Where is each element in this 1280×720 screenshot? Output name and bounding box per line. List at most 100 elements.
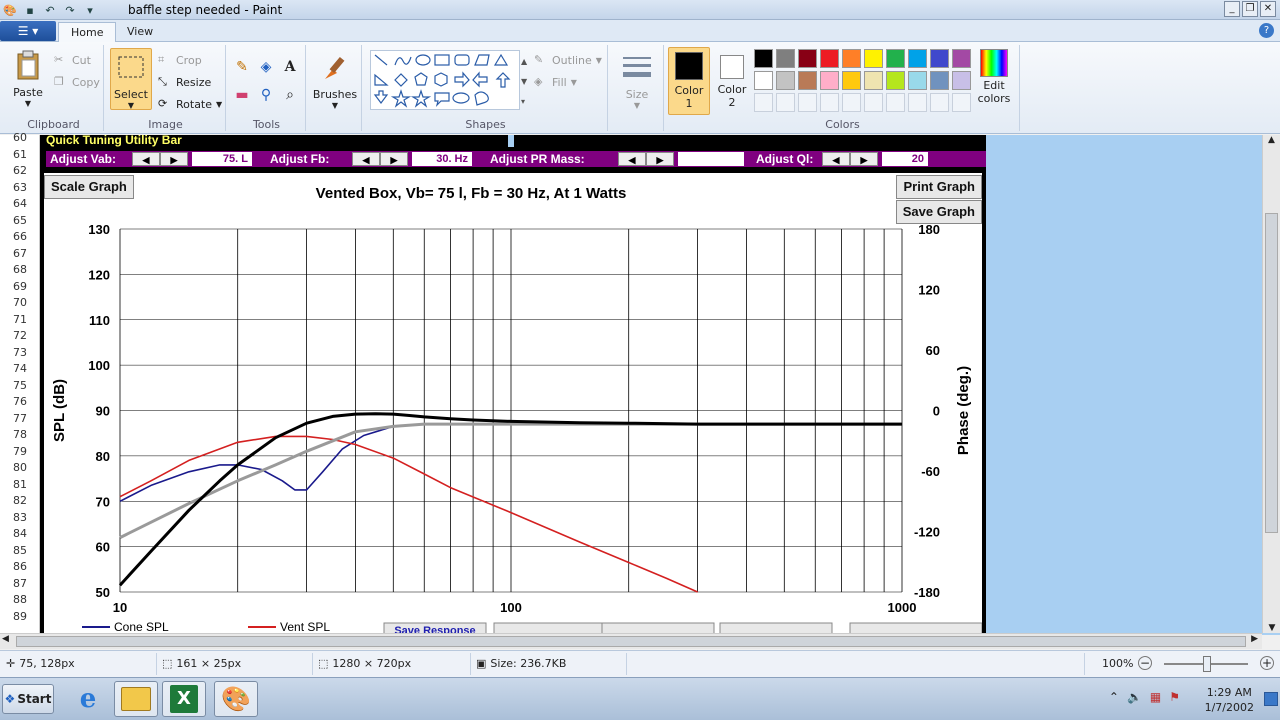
palette-swatch[interactable] (842, 49, 861, 68)
rotate-button[interactable]: ⟳ Rotate ▼ (158, 97, 222, 111)
ql-increase-button[interactable]: ▶ (850, 152, 878, 166)
text-tool-icon[interactable]: A (280, 57, 300, 77)
outline-button[interactable]: ✎ Outline ▼ (534, 53, 602, 67)
vab-decrease-button[interactable]: ◀ (132, 152, 160, 166)
palette-swatch[interactable] (908, 71, 927, 90)
scroll-down-icon[interactable]: ▼ (1263, 623, 1280, 633)
internet-explorer-taskbar[interactable]: e (66, 681, 110, 717)
system-clock[interactable]: 1:29 AM 1/7/2002 (1205, 685, 1254, 715)
resize-button[interactable]: ⤡ Resize (158, 75, 211, 89)
palette-swatch-empty[interactable] (952, 93, 971, 112)
fill-button[interactable]: ◈ Fill ▼ (534, 75, 577, 89)
close-button[interactable]: ✕ (1260, 1, 1276, 17)
show-desktop-button[interactable] (1264, 692, 1278, 706)
canvas-area[interactable]: 60 61 62 63 64 65 66 67 68 69 70 71 72 73 74 75 76 77 78 79… (0, 131, 1280, 635)
palette-swatch[interactable] (952, 71, 971, 90)
volume-icon[interactable]: 🔈 (1127, 690, 1142, 704)
shapes-scroll[interactable]: ▲ ▼ ▾ (521, 52, 531, 112)
paste-button[interactable]: Paste ▼ (8, 49, 48, 108)
palette-swatch-empty[interactable] (886, 93, 905, 112)
scroll-right-icon[interactable]: ▶ (1251, 634, 1258, 644)
ql-decrease-button[interactable]: ◀ (822, 152, 850, 166)
selection-size: ⬚ 161 × 25px (162, 657, 241, 670)
palette-swatch[interactable] (820, 49, 839, 68)
fb-decrease-button[interactable]: ◀ (352, 152, 380, 166)
palette-swatch[interactable] (842, 71, 861, 90)
row-headers: 60 61 62 63 64 65 66 67 68 69 70 71 72 73 74 75 76 77 78 79… (0, 131, 40, 635)
horizontal-scrollbar[interactable]: ◀ ▶ (0, 633, 1262, 649)
eraser-icon[interactable]: ▬ (232, 85, 252, 105)
palette-swatch-empty[interactable] (930, 93, 949, 112)
palette-swatch-empty[interactable] (776, 93, 795, 112)
spl-phase-chart: Vented Box, Vb= 75 l, Fb = 30 Hz, At 1 W… (51, 185, 982, 635)
paint-menu-button[interactable]: ☰ ▾ (0, 21, 56, 41)
palette-swatch-empty[interactable] (864, 93, 883, 112)
zoom-in-button[interactable]: + (1260, 656, 1274, 670)
vertical-scrollbar[interactable]: ▲ ▼ (1262, 135, 1280, 633)
palette-swatch[interactable] (798, 71, 817, 90)
help-icon[interactable]: ? (1259, 23, 1274, 38)
palette-swatch-empty[interactable] (842, 93, 861, 112)
pr-decrease-button[interactable]: ◀ (618, 152, 646, 166)
palette-swatch-empty[interactable] (798, 93, 817, 112)
palette-swatch[interactable] (754, 49, 773, 68)
file-explorer-taskbar[interactable] (114, 681, 158, 717)
paint-taskbar[interactable]: 🎨 (214, 681, 258, 717)
outline-dropdown-icon: ▼ (595, 55, 602, 65)
size-button[interactable]: Size ▼ (616, 51, 658, 110)
show-hidden-icons[interactable]: ⌃ (1109, 690, 1119, 704)
action-center-icon[interactable]: ⚑ (1169, 690, 1180, 704)
network-icon[interactable]: ▦ (1150, 690, 1161, 704)
palette-swatch[interactable] (952, 49, 971, 68)
cut-button[interactable]: ✂ Cut (54, 53, 91, 67)
pencil-icon[interactable]: ✎ (232, 57, 252, 77)
palette-swatch[interactable] (754, 71, 773, 90)
minimize-button[interactable]: _ (1224, 1, 1240, 17)
fill-bucket-icon[interactable]: ◈ (256, 57, 276, 77)
restore-button[interactable]: ❐ (1242, 1, 1258, 17)
palette-swatch[interactable] (886, 49, 905, 68)
palette-swatch[interactable] (776, 49, 795, 68)
vab-increase-button[interactable]: ▶ (160, 152, 188, 166)
palette-swatch-empty[interactable] (908, 93, 927, 112)
palette-swatch[interactable] (864, 71, 883, 90)
palette-swatch[interactable] (908, 49, 927, 68)
select-button[interactable]: Select ▼ (110, 48, 152, 110)
palette-swatch[interactable] (930, 71, 949, 90)
shapes-gallery[interactable] (370, 50, 520, 110)
copy-button[interactable]: ❐ Copy (54, 75, 100, 89)
vertical-scroll-thumb[interactable] (1265, 213, 1278, 533)
horizontal-scroll-thumb[interactable] (16, 636, 1246, 647)
redo-icon[interactable]: ↷ (62, 2, 78, 18)
crop-button[interactable]: ⌗ Crop (158, 53, 202, 67)
excel-taskbar[interactable]: X (162, 681, 206, 717)
magnifier-icon[interactable]: ⌕ (280, 85, 300, 105)
color1-button[interactable]: Color 1 (668, 47, 710, 115)
file-size: ▣ Size: 236.7KB (476, 657, 566, 670)
start-button[interactable]: ❖ Start (2, 684, 54, 714)
tab-home[interactable]: Home (58, 22, 117, 42)
undo-icon[interactable]: ↶ (42, 2, 58, 18)
color2-button[interactable]: Color 2 (712, 47, 752, 109)
scroll-up-icon[interactable]: ▲ (1263, 135, 1280, 145)
pr-increase-button[interactable]: ▶ (646, 152, 674, 166)
paint-app-icon[interactable]: 🎨 (2, 2, 18, 18)
fb-increase-button[interactable]: ▶ (380, 152, 408, 166)
palette-swatch[interactable] (886, 71, 905, 90)
save-icon[interactable]: ▪ (22, 2, 38, 18)
zoom-slider-thumb[interactable] (1203, 656, 1211, 672)
scroll-left-icon[interactable]: ◀ (2, 634, 9, 644)
palette-swatch[interactable] (864, 49, 883, 68)
palette-swatch[interactable] (820, 71, 839, 90)
palette-swatch[interactable] (930, 49, 949, 68)
edit-colors-button[interactable]: Edit colors (972, 49, 1016, 105)
brushes-button[interactable]: Brushes ▼ (312, 51, 358, 110)
palette-swatch[interactable] (798, 49, 817, 68)
tab-view[interactable]: View (115, 22, 165, 42)
customize-dropdown-icon[interactable]: ▾ (82, 2, 98, 18)
zoom-out-button[interactable]: − (1138, 656, 1152, 670)
palette-swatch-empty[interactable] (820, 93, 839, 112)
palette-swatch[interactable] (776, 71, 795, 90)
color-picker-icon[interactable]: ⚲ (256, 85, 276, 105)
palette-swatch-empty[interactable] (754, 93, 773, 112)
